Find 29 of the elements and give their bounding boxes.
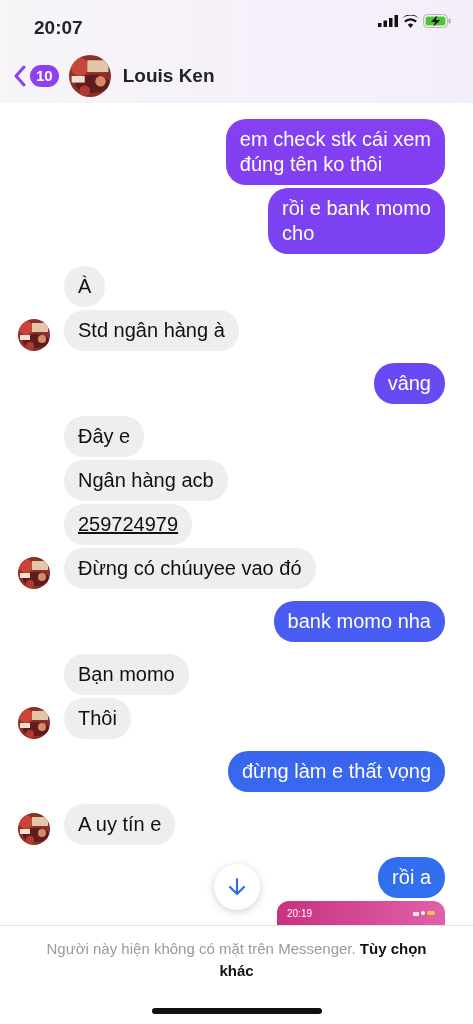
signal-icon	[378, 15, 398, 27]
back-button[interactable]: 10	[14, 65, 59, 87]
preview-time: 20:19	[287, 906, 313, 921]
message-bubble: Thôi	[64, 698, 131, 739]
message-bubble: bank momo nha	[273, 601, 445, 642]
message-bubble: Bạn momo	[64, 654, 189, 695]
arrow-down-icon	[228, 877, 246, 897]
scroll-down-button[interactable]	[214, 864, 260, 910]
message-bubble: À	[64, 266, 106, 307]
message-bubble: Đây e	[64, 416, 145, 457]
message-bubble: Ngân hàng acb	[64, 460, 228, 501]
message-bubble: em check stk cái xem đúng tên ko thôi	[225, 119, 445, 185]
message-bubble: 259724979	[64, 504, 193, 545]
message-bubble: rồi e bank momo cho	[268, 188, 445, 254]
status-icons-icon	[413, 910, 435, 916]
screenshot-preview[interactable]: 20:19	[277, 901, 445, 925]
wifi-icon	[402, 14, 419, 28]
unread-count: 10	[30, 65, 59, 87]
message-bubble: Std ngân hàng à	[64, 310, 239, 351]
status-time: 20:07	[34, 16, 83, 40]
battery-charging-icon	[423, 14, 451, 28]
message-bubble: vâng	[373, 363, 445, 404]
message-bubble: A uy tín e	[64, 804, 176, 845]
message-bubble: đừng làm e thất vọng	[227, 751, 445, 792]
message-bubble: rồi a	[378, 857, 445, 898]
contact-name: Louis Ken	[122, 63, 215, 88]
message-bubble: Đừng có chúuyee vao đó	[64, 548, 316, 589]
unavailable-notice: Người này hiện không có mặt trên Messenger. Tùy chọn khác	[45, 939, 428, 981]
back-icon	[14, 65, 26, 87]
